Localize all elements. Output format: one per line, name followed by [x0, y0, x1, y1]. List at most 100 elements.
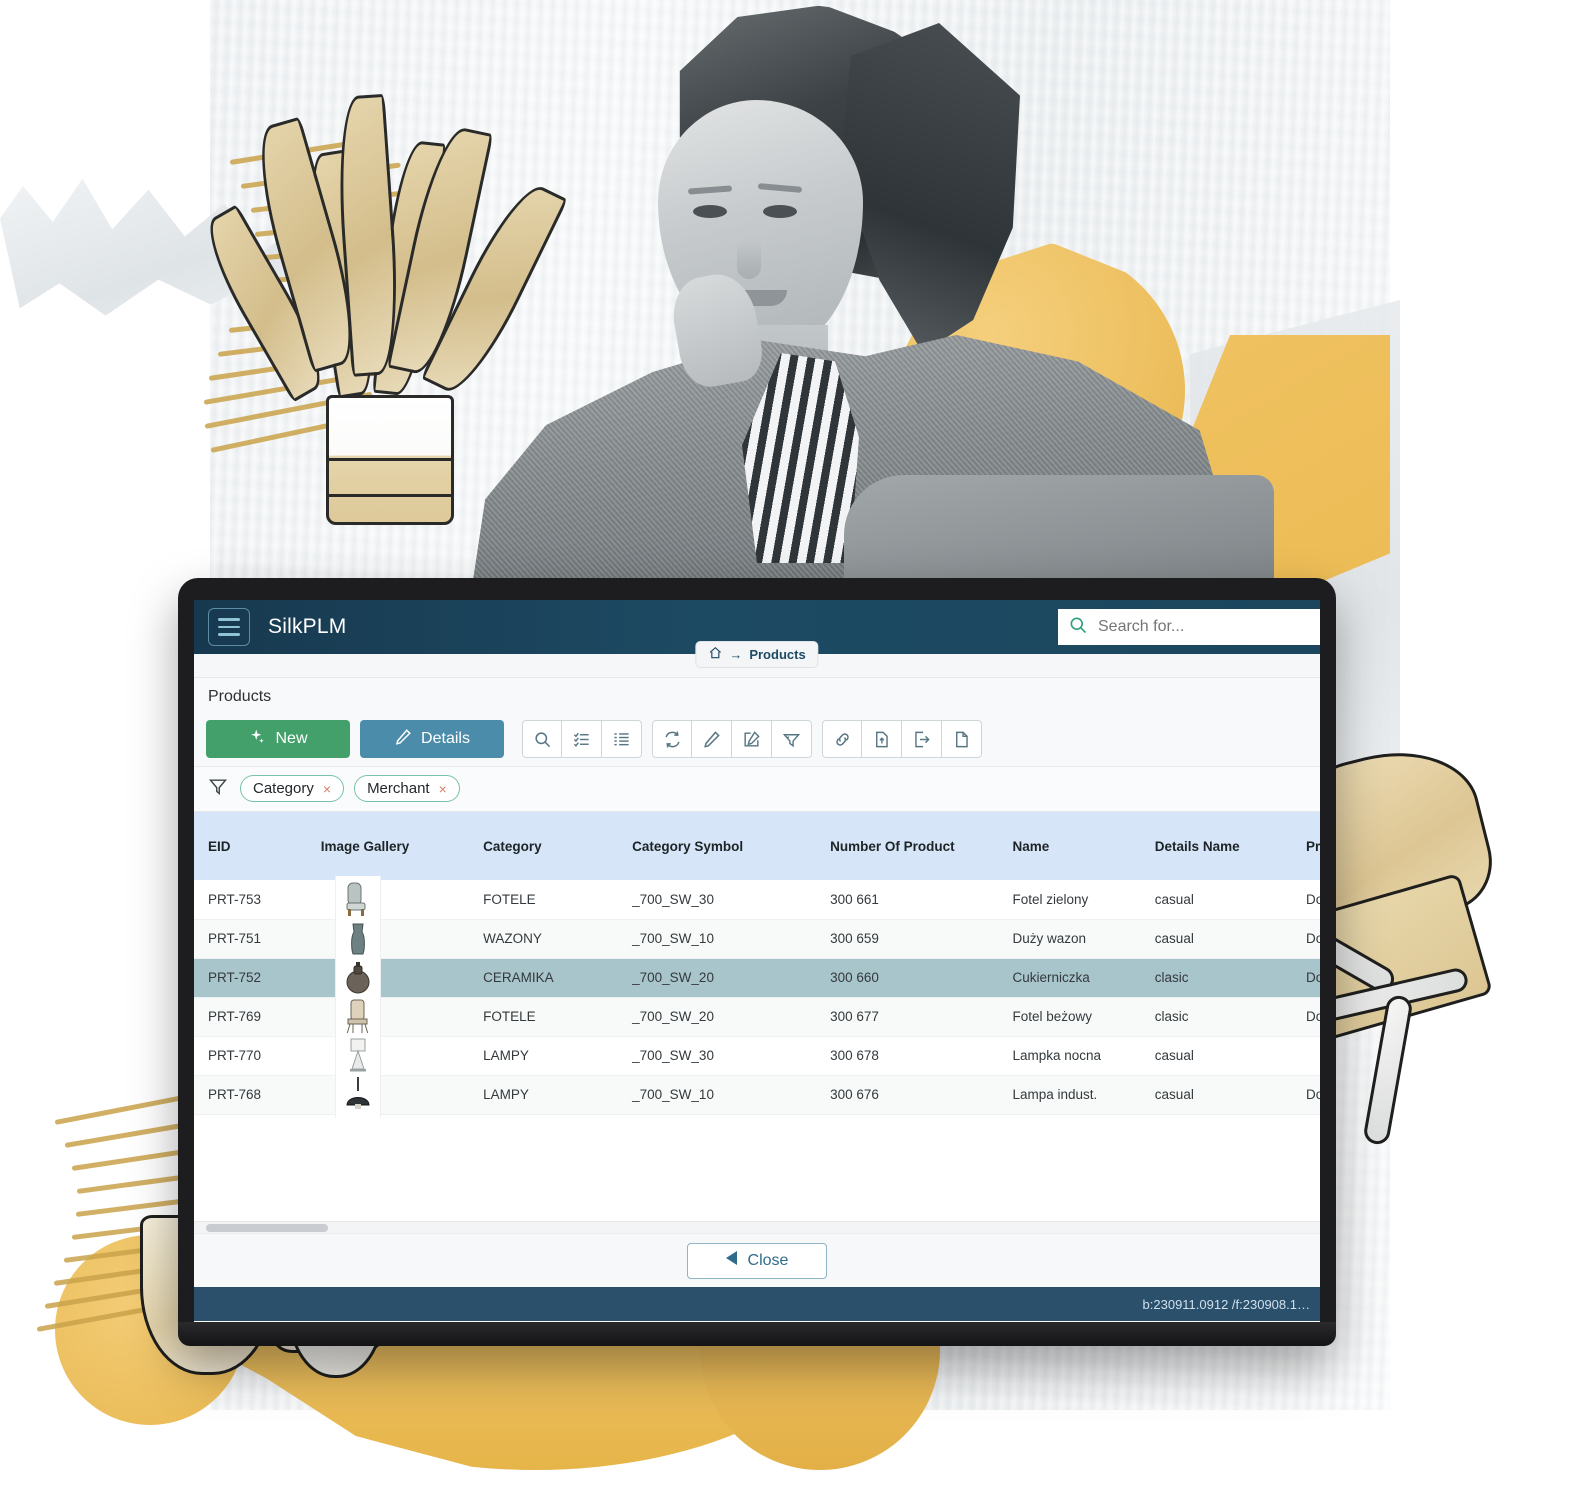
cell-category-symbol: _700_SW_20 [632, 970, 714, 985]
cell-eid: PRT-768 [208, 1087, 262, 1102]
cell-preferred-supplier: Dostawca 4 [1306, 891, 1320, 907]
cell-details-name: clasic [1154, 970, 1189, 985]
column-header-number-of-product[interactable]: Number Of Product [830, 812, 1013, 880]
column-header-category[interactable]: Category [483, 812, 633, 880]
cell-name: Lampa indust. [1012, 1087, 1098, 1102]
cell-preferred-supplier: Dostawca [1306, 931, 1320, 946]
column-header-details-name[interactable]: Details Name [1154, 812, 1307, 880]
cell-number-of-product: 300 661 [830, 891, 879, 907]
products-table-container[interactable]: EID Image Gallery Category Category Symb… [194, 812, 1320, 1221]
filter-icon[interactable] [208, 776, 228, 801]
table-header: EID Image Gallery Category Category Symb… [194, 812, 1320, 880]
search-icon [1068, 615, 1088, 640]
new-button[interactable]: New [206, 720, 350, 758]
plant-pot [326, 395, 454, 525]
cell-eid: PRT-753 [208, 891, 262, 907]
page-title-bar: Products [194, 678, 1320, 714]
cell-category: LAMPY [483, 1048, 529, 1063]
cell-preferred-supplier: Dostawca 4 [1306, 1087, 1320, 1102]
cell-category-symbol: _700_SW_10 [632, 1087, 714, 1102]
breadcrumb-bar: → Products [194, 641, 1320, 678]
list-view-icon[interactable] [562, 720, 602, 758]
cell-category-symbol: _700_SW_10 [632, 931, 714, 946]
filter-chip-category[interactable]: Category × [240, 775, 345, 802]
toolbar-group-edit [652, 720, 812, 758]
cell-details-name: casual [1154, 931, 1194, 946]
hamburger-icon[interactable] [208, 608, 250, 646]
table-row[interactable]: PRT-769 FOTELE _700_SW_20 300 677 Fotel beżo… [194, 993, 1320, 1040]
search-box[interactable] [1058, 609, 1320, 645]
portrait-eye-left [693, 205, 727, 218]
cell-image-gallery[interactable] [321, 993, 483, 1040]
portrait-hair-right [840, 23, 1020, 353]
toolbar-group-view [522, 720, 642, 758]
cell-image-gallery[interactable] [321, 876, 483, 922]
footer-bar: Close [194, 1233, 1320, 1287]
horizontal-scrollbar[interactable] [194, 1221, 1320, 1233]
table-row[interactable]: PRT-768 LAMPY _700_SW_10 300 676 Lampa indus… [194, 1071, 1320, 1118]
version-text: b:230911.0912 /f:230908.1… [1142, 1296, 1310, 1312]
table-body: PRT-753 FOTELE _700_SW_30 300 661 Fotel ziel… [194, 876, 1320, 1118]
table-row[interactable]: PRT-753 FOTELE _700_SW_30 300 661 Fotel ziel… [194, 876, 1320, 922]
pencil-icon[interactable] [692, 720, 732, 758]
breadcrumb[interactable]: → Products [695, 641, 819, 668]
edit-square-icon[interactable] [732, 720, 772, 758]
close-button-label: Close [747, 1251, 789, 1269]
chip-label: Merchant [367, 780, 430, 797]
cell-details-name: casual [1154, 891, 1194, 907]
new-button-label: New [275, 730, 308, 747]
close-icon[interactable]: × [323, 781, 331, 797]
search-input[interactable] [1098, 618, 1320, 636]
close-button[interactable]: Close [687, 1242, 827, 1279]
column-header-category-symbol[interactable]: Category Symbol [632, 812, 831, 880]
export-icon[interactable] [902, 720, 942, 758]
document-icon[interactable] [942, 720, 982, 758]
laptop-frame: SilkPLM Search for... → Products Product… [178, 578, 1336, 1346]
cell-preferred-supplier [1306, 1036, 1320, 1075]
cell-name: Lampka nocna [1012, 1048, 1102, 1063]
cell-image-gallery[interactable] [321, 1032, 483, 1079]
search-icon[interactable] [522, 720, 562, 758]
refresh-icon[interactable] [652, 720, 692, 758]
link-icon[interactable] [822, 720, 862, 758]
cell-category-symbol: _700_SW_30 [632, 1048, 714, 1063]
table-row[interactable]: PRT-752 CERAMIKA _700_SW_20 300 660 Cukierni… [194, 954, 1320, 1001]
toolbar-group-file [822, 720, 982, 758]
cell-eid: PRT-751 [208, 931, 262, 946]
home-icon[interactable] [708, 646, 722, 663]
cell-category-symbol: _700_SW_20 [632, 1009, 714, 1024]
cell-eid: PRT-770 [208, 1048, 262, 1063]
close-icon[interactable]: × [439, 781, 447, 797]
toolbar: New Details [194, 714, 1320, 767]
table-row[interactable]: PRT-770 LAMPY _700_SW_30 300 678 Lampka nocn… [194, 1032, 1320, 1079]
pencil-icon [394, 728, 412, 751]
cell-preferred-supplier: Dostawca 4 [1306, 970, 1320, 985]
cell-image-gallery[interactable] [321, 1071, 483, 1118]
column-header-preferred-supplier[interactable]: Preferred Supplier [1306, 812, 1320, 880]
breadcrumb-arrow: → [729, 647, 743, 662]
cell-name: Fotel beżowy [1012, 1009, 1092, 1024]
table-row[interactable]: PRT-751 WAZONY _700_SW_10 300 659 Duży wazon… [194, 915, 1320, 962]
portrait-nose [737, 241, 761, 279]
filter-chip-merchant[interactable]: Merchant × [354, 775, 460, 802]
cell-details-name: casual [1154, 1087, 1194, 1102]
pendantlamp-thumb[interactable] [334, 1071, 381, 1118]
file-upload-icon[interactable] [862, 720, 902, 758]
column-header-eid[interactable]: EID [194, 812, 321, 880]
details-button[interactable]: Details [360, 720, 504, 758]
laptop-screen: SilkPLM Search for... → Products Product… [194, 600, 1320, 1326]
screenshot-root: SilkPLM Search for... → Products Product… [0, 0, 1593, 1508]
cell-category: WAZONY [483, 931, 542, 946]
column-header-name[interactable]: Name [1012, 812, 1155, 880]
scrollbar-thumb[interactable] [206, 1224, 328, 1232]
filter-funnel-icon[interactable] [772, 720, 812, 758]
cell-details-name: clasic [1154, 1009, 1189, 1024]
cell-name: Cukierniczka [1012, 970, 1090, 985]
cell-image-gallery[interactable] [321, 954, 483, 1001]
cell-number-of-product: 300 676 [830, 1087, 879, 1102]
portrait-eye-right [763, 205, 797, 218]
grid-view-icon[interactable] [602, 720, 642, 758]
breadcrumb-current[interactable]: Products [749, 647, 805, 662]
cell-image-gallery[interactable] [321, 915, 483, 962]
column-header-image-gallery[interactable]: Image Gallery [320, 812, 484, 880]
